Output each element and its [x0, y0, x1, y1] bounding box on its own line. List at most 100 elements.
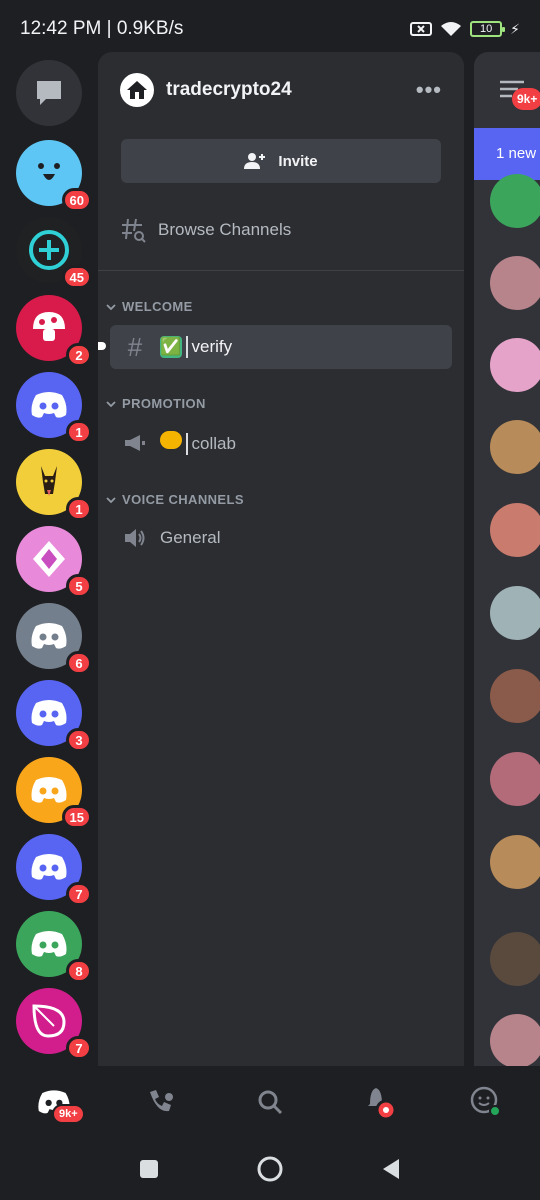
channel-panel: tradecrypto24 ••• Invite Browse Channels… — [98, 52, 464, 1066]
nav-friends[interactable] — [140, 1080, 184, 1124]
avatar[interactable] — [490, 669, 540, 723]
peek-badge: 9k+ — [512, 88, 540, 110]
plus-circle-icon — [29, 230, 69, 270]
nav-notifications[interactable] — [356, 1080, 400, 1124]
server-icon[interactable]: 8 — [16, 911, 92, 983]
crystal-icon — [33, 541, 65, 577]
channel-name-wrap: ✅ verify — [160, 335, 232, 359]
browse-channels-icon — [122, 218, 146, 243]
discord-logo-icon — [31, 854, 67, 880]
channel-collab[interactable]: collab — [110, 421, 452, 465]
announcement-icon — [125, 435, 145, 451]
add-server-button[interactable]: 45 — [16, 217, 92, 289]
avatar[interactable] — [490, 256, 540, 310]
new-messages-bar[interactable]: 1 new — [474, 128, 540, 180]
new-messages-label: 1 new — [496, 145, 537, 162]
divider — [98, 270, 464, 271]
avatar[interactable] — [490, 752, 540, 806]
more-options-icon[interactable]: ••• — [416, 77, 442, 103]
server-badge: 3 — [66, 728, 92, 752]
community-home-icon — [120, 73, 154, 107]
server-badge: 45 — [61, 265, 92, 289]
speaker-icon — [125, 529, 145, 547]
status-time-speed: 12:42 PM | 0.9KB/s — [20, 18, 184, 39]
add-user-icon — [244, 153, 266, 169]
home-circle-icon[interactable] — [256, 1155, 284, 1183]
server-icon[interactable]: 5 — [16, 526, 92, 598]
avatar[interactable] — [490, 932, 540, 986]
nav-search[interactable] — [248, 1080, 292, 1124]
channel-name: collab — [191, 433, 236, 453]
avatar[interactable] — [490, 503, 540, 557]
recent-apps-icon[interactable] — [138, 1158, 160, 1180]
server-icon[interactable]: 2 — [16, 295, 92, 367]
category-label: WELCOME — [122, 299, 193, 314]
charging-icon: ⚡ — [510, 20, 520, 37]
avatar[interactable] — [490, 174, 540, 228]
profile-icon — [470, 1086, 501, 1117]
direct-messages-button[interactable] — [16, 60, 82, 126]
sim-off-icon — [410, 22, 433, 36]
search-icon — [258, 1090, 283, 1115]
status-icons: 10 ⚡ — [410, 21, 520, 38]
server-icon[interactable]: 7 — [16, 988, 92, 1060]
status-bar: 12:42 PM | 0.9KB/s 10 ⚡ — [0, 0, 540, 58]
avatar[interactable] — [490, 586, 540, 640]
server-icon[interactable]: 3 — [16, 680, 92, 752]
server-badge: 60 — [61, 188, 92, 212]
category-label: VOICE CHANNELS — [122, 492, 244, 507]
dog-icon — [41, 466, 57, 496]
server-icon[interactable]: 6 — [16, 603, 92, 675]
server-badge: 2 — [66, 343, 92, 367]
server-icon[interactable]: 15 — [16, 757, 92, 829]
check-emoji: ✅ — [160, 335, 182, 358]
back-icon[interactable] — [380, 1157, 402, 1181]
invite-label: Invite — [278, 152, 318, 170]
category-promotion[interactable]: PROMOTION — [106, 396, 206, 411]
channel-name: General — [160, 528, 221, 547]
server-icon[interactable]: 60 — [16, 140, 92, 212]
server-header[interactable]: tradecrypto24 ••• — [98, 52, 464, 128]
bell-icon — [368, 1088, 397, 1121]
chat-peek[interactable]: 9k+ 1 new — [474, 52, 540, 1066]
battery-icon: 10 — [470, 21, 506, 37]
server-badge: 8 — [66, 959, 92, 983]
friends-icon — [150, 1090, 173, 1112]
avatar[interactable] — [490, 338, 540, 392]
server-badge: 1 — [66, 497, 92, 521]
chevron-down-icon — [106, 303, 116, 310]
discord-logo-icon — [31, 777, 67, 803]
server-icon[interactable]: 1 — [16, 372, 92, 444]
server-icon[interactable]: 7 — [16, 834, 92, 906]
battery-level: 10 — [480, 23, 493, 35]
nav-profile[interactable] — [464, 1080, 508, 1124]
discord-logo-icon — [31, 931, 67, 957]
nav-home[interactable]: 9k+ — [32, 1080, 85, 1124]
bottom-nav: 9k+ — [0, 1066, 540, 1138]
home-badge: 9k+ — [52, 1104, 85, 1124]
server-name: tradecrypto24 — [166, 79, 292, 100]
browse-channels-button[interactable]: Browse Channels — [120, 212, 291, 248]
server-rail[interactable]: 60 45 2 1 1 5 6 3 15 7 8 7 — [0, 52, 98, 1066]
server-badge: 5 — [66, 574, 92, 598]
chat-icon — [37, 81, 61, 105]
avatar[interactable] — [490, 835, 540, 889]
channel-verify[interactable]: # ✅ verify — [98, 325, 452, 369]
avatar[interactable] — [490, 420, 540, 474]
avatar[interactable] — [490, 1014, 540, 1066]
server-badge: 7 — [66, 882, 92, 906]
mushroom-icon — [33, 312, 65, 341]
category-voice[interactable]: VOICE CHANNELS — [106, 492, 244, 507]
smiley-face-icon — [38, 163, 60, 180]
browse-channels-label: Browse Channels — [158, 220, 292, 239]
category-welcome[interactable]: WELCOME — [106, 299, 193, 314]
channel-general[interactable]: General — [110, 516, 452, 560]
server-icon[interactable]: 1 — [16, 449, 92, 521]
discord-logo-icon — [31, 700, 67, 726]
invite-button[interactable]: Invite — [121, 139, 441, 183]
separator — [186, 336, 188, 359]
channel-name-wrap: collab — [160, 430, 236, 456]
wifi-icon — [441, 22, 462, 36]
chevron-down-icon — [106, 496, 116, 503]
hashtag-icon: # — [127, 331, 143, 362]
